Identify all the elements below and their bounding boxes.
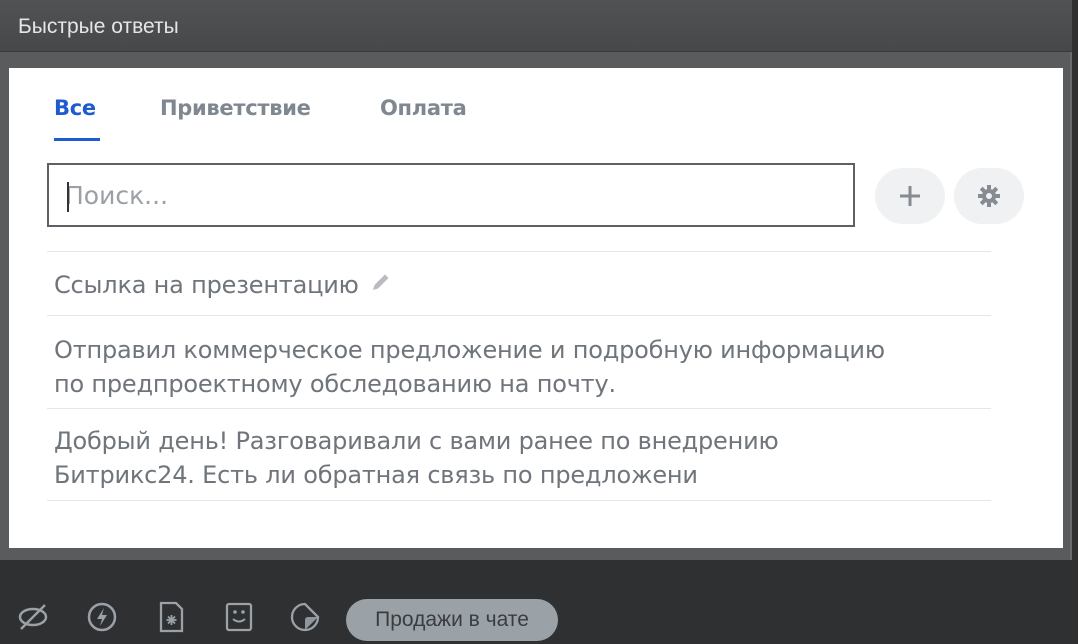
lightning-icon[interactable]: [85, 600, 119, 634]
search-field[interactable]: [47, 163, 855, 227]
response-text: Ссылка на презентацию: [54, 271, 359, 299]
divider: [47, 408, 991, 409]
window-title: Быстрые ответы: [18, 15, 179, 38]
tab-greeting[interactable]: Приветствие: [160, 96, 311, 120]
settings-button[interactable]: [954, 168, 1024, 224]
response-text-line: по предпроектному обследованию на почту.: [54, 370, 616, 398]
tab-all[interactable]: Все: [54, 96, 96, 120]
search-input[interactable]: [49, 165, 853, 225]
tab-payment[interactable]: Оплата: [380, 96, 467, 120]
divider: [47, 315, 991, 316]
response-text-line: Добрый день! Разговаривали с вами ранее …: [54, 427, 779, 455]
text-caret: [67, 182, 69, 212]
window-titlebar: Быстрые ответы: [0, 0, 1072, 52]
response-text-line: Битрикс24. Есть ли обратная связь по пре…: [54, 461, 698, 489]
file-icon[interactable]: [154, 600, 188, 634]
sticker-icon[interactable]: [288, 600, 322, 634]
add-button[interactable]: [875, 168, 945, 224]
quick-answers-panel: Все Приветствие Оплата Поиск... Ссылка н…: [9, 68, 1063, 548]
gear-icon: [978, 185, 1000, 207]
response-item-presentation-link[interactable]: Ссылка на презентацию: [54, 268, 974, 303]
divider: [47, 500, 991, 501]
form-icon[interactable]: [222, 600, 256, 634]
pencil-icon[interactable]: [369, 269, 393, 303]
active-tab-underline: [54, 138, 100, 141]
eye-off-icon[interactable]: [16, 600, 50, 634]
response-text-line: Отправил коммерческое предложение и подр…: [54, 336, 885, 364]
divider: [47, 251, 991, 252]
response-item-commercial-offer[interactable]: Отправил коммерческое предложение и подр…: [54, 333, 974, 401]
sales-in-chat-button[interactable]: Продажи в чате: [346, 599, 558, 641]
response-item-follow-up[interactable]: Добрый день! Разговаривали с вами ранее …: [54, 424, 974, 492]
plus-icon: [900, 186, 920, 206]
